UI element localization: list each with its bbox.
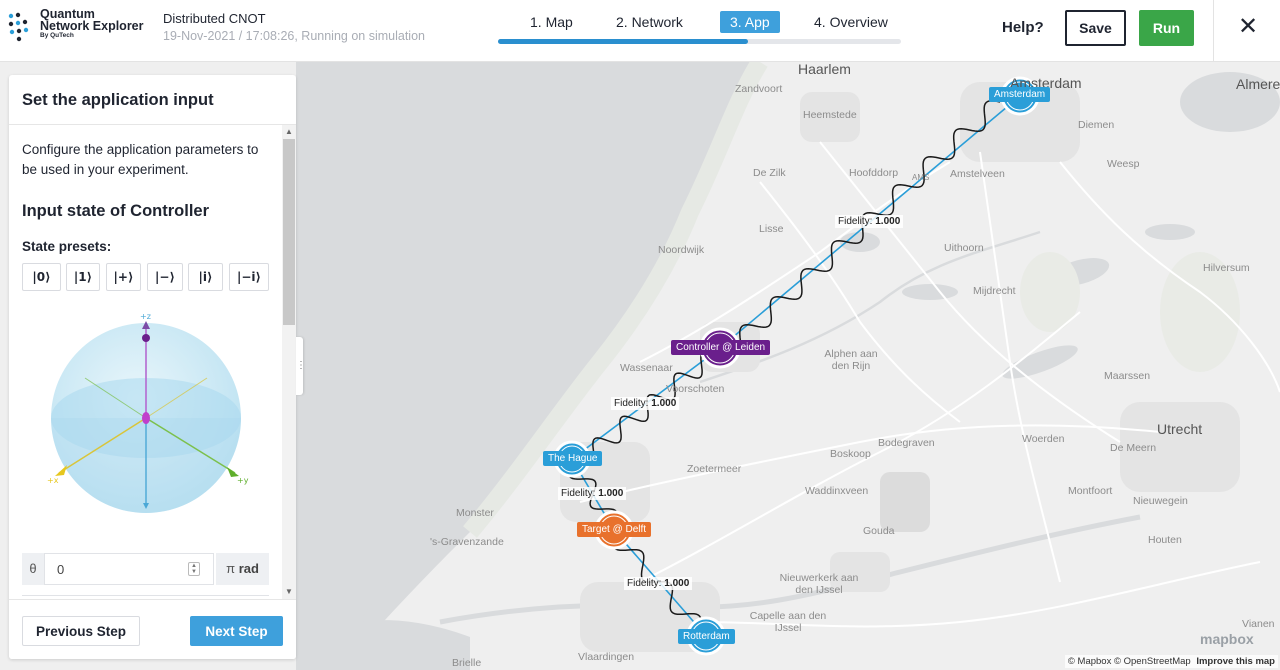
experiment-subtitle: 19-Nov-2021 / 17:08:26, Running on simul… xyxy=(163,29,425,43)
place-label: Nieuwerkerk aan den IJssel xyxy=(779,572,859,596)
place-label: De Zilk xyxy=(753,167,786,179)
place-label: Lisse xyxy=(759,223,784,235)
run-button[interactable]: Run xyxy=(1139,10,1194,46)
improve-map-link[interactable]: Improve this map xyxy=(1196,656,1275,667)
node-label-amsterdam[interactable]: Amsterdam xyxy=(989,87,1051,102)
place-label: Gouda xyxy=(863,525,895,537)
node-label-the-hague[interactable]: The Hague xyxy=(543,451,603,466)
place-label: Waddinxveen xyxy=(805,485,869,497)
panel-scrollbar[interactable]: ▲ ▼ xyxy=(282,125,296,599)
previous-step-button[interactable]: Previous Step xyxy=(22,616,140,646)
preset-minus-button[interactable]: |−⟩ xyxy=(147,263,183,291)
place-label: Noordwijk xyxy=(658,244,705,256)
preset-i-button[interactable]: |i⟩ xyxy=(188,263,223,291)
step-progress-fill xyxy=(498,39,748,44)
app-header: Quantum Network Explorer By QuTech Distr… xyxy=(0,0,1280,62)
preset-zero-button[interactable]: |0⟩ xyxy=(22,263,61,291)
bloch-x-plus-label: +x xyxy=(47,476,59,485)
place-label: Vlaardingen xyxy=(578,651,635,663)
place-label: Heemstede xyxy=(803,109,857,121)
place-label: Maarssen xyxy=(1104,370,1151,382)
place-label: Houten xyxy=(1148,534,1182,546)
preset-one-button[interactable]: |1⟩ xyxy=(66,263,100,291)
link-fidelity-label: Fidelity: 1.000 xyxy=(558,487,627,500)
place-label: Haarlem xyxy=(798,62,851,77)
panel-footer: Previous Step Next Step xyxy=(9,599,296,659)
map-attribution: © Mapbox © OpenStreetMap Improve this ma… xyxy=(1064,655,1278,668)
step-map[interactable]: 1. Map xyxy=(520,11,583,33)
state-presets: |0⟩ |1⟩ |+⟩ |−⟩ |i⟩ |−i⟩ xyxy=(22,263,269,291)
place-label: Monster xyxy=(456,507,494,519)
step-network[interactable]: 2. Network xyxy=(606,11,693,33)
panel-description: Configure the application parameters to … xyxy=(22,142,259,177)
bloch-sphere[interactable]: +z +x +y xyxy=(39,305,259,525)
scrollbar-thumb[interactable] xyxy=(283,139,295,325)
place-label: Hoofddorp xyxy=(849,167,899,179)
place-label: Capelle aan den IJssel xyxy=(749,610,827,634)
place-label: Vianen xyxy=(1242,618,1275,630)
place-label: Mijdrecht xyxy=(973,285,1016,297)
bloch-z-plus-label: +z xyxy=(140,312,151,321)
place-label: Brielle xyxy=(452,657,482,669)
place-label: Utrecht xyxy=(1157,421,1203,437)
step-progress-bar xyxy=(498,39,901,44)
node-label-controller[interactable]: Controller @ Leiden xyxy=(671,340,771,355)
place-label: Zoetermeer xyxy=(687,463,742,475)
step-overview[interactable]: 4. Overview xyxy=(804,11,898,33)
theta-stepper[interactable]: ▲ ▼ xyxy=(188,562,200,576)
place-label: Amstelveen xyxy=(950,168,1005,180)
application-input-panel: Set the application input Configure the … xyxy=(9,75,296,659)
close-icon[interactable]: ✕ xyxy=(1235,14,1261,40)
next-step-button[interactable]: Next Step xyxy=(190,616,283,646)
panel-collapse-handle[interactable]: ⋮ xyxy=(296,337,306,395)
place-label: Nieuwegein xyxy=(1133,495,1188,507)
section-title: Input state of Controller xyxy=(22,202,209,220)
place-label: Bodegraven xyxy=(878,437,935,449)
theta-input-row: θ ▲▼ π rad xyxy=(22,553,269,585)
link-fidelity-label: Fidelity: 1.000 xyxy=(611,397,680,410)
link-fidelity-label: Fidelity: 1.000 xyxy=(624,577,693,590)
node-label-rotterdam[interactable]: Rotterdam xyxy=(678,629,735,644)
place-label: Wassenaar xyxy=(620,362,673,374)
place-label: AMS xyxy=(912,173,930,182)
place-label: Hilversum xyxy=(1203,262,1250,274)
place-label: Almere xyxy=(1236,76,1280,92)
app-logo[interactable]: Quantum Network Explorer By QuTech xyxy=(8,8,158,48)
preset-minus-i-button[interactable]: |−i⟩ xyxy=(229,263,269,291)
step-navigation: 1. Map 2. Network 3. App 4. Overview xyxy=(498,10,901,46)
place-label: 's-Gravenzande xyxy=(430,536,504,548)
preset-plus-button[interactable]: |+⟩ xyxy=(106,263,141,291)
place-label: Uithoorn xyxy=(944,242,984,254)
attribution-text[interactable]: © Mapbox © OpenStreetMap xyxy=(1068,656,1191,667)
experiment-title: Distributed CNOT xyxy=(163,11,266,26)
header-divider xyxy=(1213,0,1214,62)
place-label: Diemen xyxy=(1078,119,1115,131)
place-label: Zandvoort xyxy=(735,83,783,95)
save-button[interactable]: Save xyxy=(1065,10,1126,46)
panel-body: Configure the application parameters to … xyxy=(9,125,296,599)
place-label: De Meern xyxy=(1110,442,1157,454)
presets-label: State presets: xyxy=(22,239,112,254)
place-label: Alphen aan den Rijn xyxy=(824,348,878,372)
app-name: Quantum Network Explorer By QuTech xyxy=(40,7,144,39)
scroll-up-icon[interactable]: ▲ xyxy=(282,125,296,139)
panel-title: Set the application input xyxy=(9,75,296,125)
place-label: Montfoort xyxy=(1068,485,1113,497)
theta-symbol: θ xyxy=(22,553,44,585)
mapbox-logo[interactable]: mapbox xyxy=(1200,631,1254,647)
help-link[interactable]: Help? xyxy=(1002,19,1044,36)
link-fidelity-label: Fidelity: 1.000 xyxy=(835,215,904,228)
logo-icon xyxy=(8,12,29,42)
theta-unit: π rad xyxy=(216,553,269,585)
node-label-target[interactable]: Target @ Delft xyxy=(577,522,652,537)
app-by: By QuTech xyxy=(40,32,74,39)
bloch-y-plus-label: +y xyxy=(237,476,249,485)
step-app[interactable]: 3. App xyxy=(720,11,780,33)
place-label: Voorschoten xyxy=(666,383,725,395)
place-label: Boskoop xyxy=(830,448,871,460)
scroll-down-icon[interactable]: ▼ xyxy=(282,585,296,599)
place-label: Woerden xyxy=(1022,433,1065,445)
place-label: Weesp xyxy=(1107,158,1140,170)
